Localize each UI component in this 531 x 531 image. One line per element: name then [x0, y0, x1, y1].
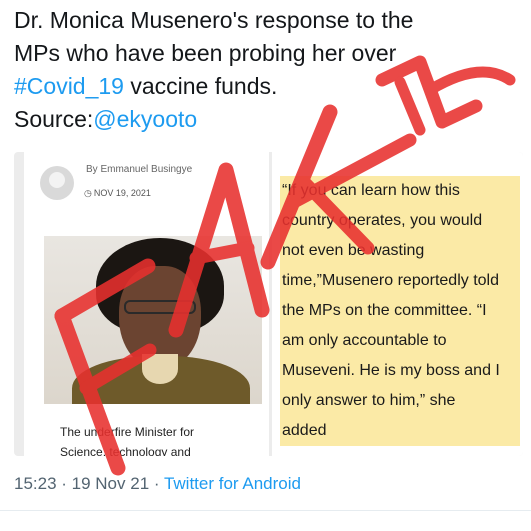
tweet-text: Dr. Monica Musenero's response to the MP…: [14, 4, 519, 136]
article-date-text: NOV 19, 2021: [93, 188, 151, 198]
quote-line: am only accountable to: [280, 326, 520, 356]
tweet-text-line: Dr. Monica Musenero's response to the: [14, 7, 414, 33]
clock-icon: ◷: [84, 188, 92, 198]
article-left-panel: By Emmanuel Busingye ◷ NOV 19, 2021 The u…: [24, 152, 269, 456]
tweet-text-fragment: vaccine funds.: [123, 73, 278, 99]
tweet-image-attachment[interactable]: By Emmanuel Busingye ◷ NOV 19, 2021 The u…: [14, 152, 523, 456]
tweet-text-line: MPs who have been probing her over: [14, 40, 397, 66]
source-label: Source:: [14, 106, 94, 132]
caption-line: The underfire Minister for: [60, 425, 195, 439]
author-avatar: [40, 166, 74, 200]
quote-line: country operates, you would: [280, 206, 520, 236]
minister-photo: [44, 236, 262, 404]
quote-line: time,”Musenero reportedly told: [280, 266, 520, 296]
tweet-text-line: #Covid_19 vaccine funds.: [14, 70, 519, 103]
mention-link[interactable]: @ekyooto: [93, 106, 197, 132]
caption-line: Science, technology and: [60, 445, 191, 456]
quote-line: Museveni. He is my boss and I: [280, 356, 520, 386]
article-quote-panel: “If you can learn how this country opera…: [272, 152, 523, 456]
tweet-meta: 15:23 · 19 Nov 21 · Twitter for Android: [14, 474, 301, 494]
article-byline: By Emmanuel Busingye: [86, 164, 193, 175]
divider: [0, 510, 531, 511]
photo-caption: The underfire Minister for Science, tech…: [60, 422, 260, 456]
tweet-source-app[interactable]: Twitter for Android: [164, 474, 301, 493]
tweet-text-line: Source:@ekyooto: [14, 103, 519, 136]
article-date: ◷ NOV 19, 2021: [84, 188, 151, 199]
quote-line: not even be wasting: [280, 236, 520, 266]
quote-line: “If you can learn how this: [280, 176, 520, 206]
tweet-timestamp[interactable]: 15:23 · 19 Nov 21 ·: [14, 474, 164, 493]
quote-line: the MPs on the committee. “I: [280, 296, 520, 326]
quote-line: only answer to him,” she: [280, 386, 520, 416]
highlighted-quote: “If you can learn how this country opera…: [280, 176, 520, 446]
hashtag-link[interactable]: #Covid_19: [14, 73, 124, 99]
quote-line: added: [280, 416, 520, 446]
